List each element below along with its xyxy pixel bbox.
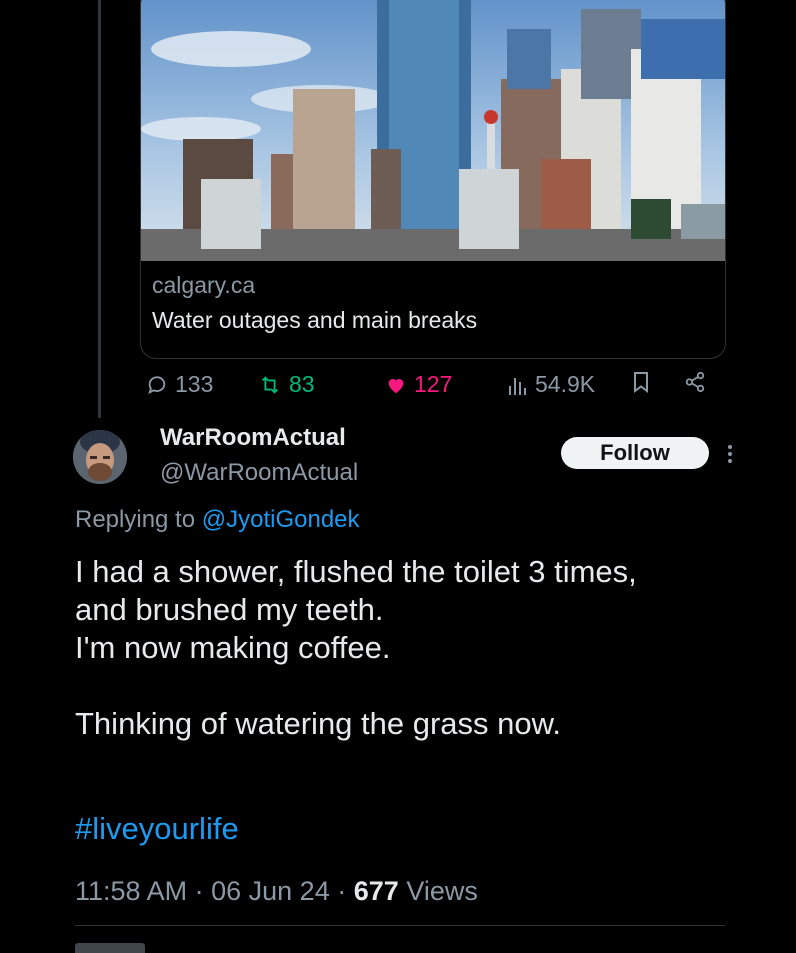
tweet-views-count: 677	[353, 876, 399, 906]
bookmark-icon	[634, 372, 648, 393]
engagement-bar: 133 83 127 54.9K	[0, 365, 796, 405]
repost-count: 83	[289, 371, 315, 397]
follow-button[interactable]: Follow	[561, 437, 709, 469]
replying-to-line: Replying to @JyotiGondek	[75, 506, 360, 534]
card-domain: calgary.ca	[152, 272, 256, 298]
tweet-meta: 11:58 AM · 06 Jun 24 · 677 Views	[75, 876, 478, 907]
user-handle[interactable]: @WarRoomActual	[160, 459, 358, 487]
share-button[interactable]	[684, 371, 706, 393]
tweet-text: I had a shower, flushed the toilet 3 tim…	[75, 554, 637, 741]
reply-button[interactable]: 133	[146, 371, 213, 398]
avatar-image	[73, 430, 127, 484]
meta-separator: ·	[337, 876, 347, 906]
meta-separator: ·	[194, 876, 204, 906]
view-count: 54.9K	[535, 371, 596, 397]
replying-to-mention[interactable]: @JyotiGondek	[202, 506, 360, 533]
hashtag-link[interactable]: #liveyourlife	[75, 811, 239, 847]
thread-connector-line	[98, 0, 101, 418]
reply-icon	[148, 375, 166, 394]
card-title: Water outages and main breaks	[152, 307, 478, 333]
more-options-icon[interactable]	[722, 442, 738, 466]
tweet-date[interactable]: 06 Jun 24	[211, 876, 330, 906]
heart-icon	[388, 378, 404, 393]
reply-count: 133	[175, 371, 214, 397]
replying-prefix: Replying to	[75, 506, 202, 533]
avatar[interactable]	[73, 430, 127, 484]
share-icon	[685, 371, 705, 393]
like-button[interactable]: 127	[385, 371, 452, 398]
tweet-time[interactable]: 11:58 AM	[75, 876, 187, 906]
card-image	[141, 0, 725, 261]
cutoff-content	[75, 943, 145, 953]
analytics-icon	[509, 377, 526, 395]
repost-icon	[262, 375, 278, 394]
repost-button[interactable]: 83	[258, 371, 315, 398]
views-button[interactable]: 54.9K	[508, 371, 595, 398]
divider	[75, 925, 725, 926]
bookmark-button[interactable]	[632, 371, 650, 393]
tweet-views-label: Views	[406, 876, 478, 906]
display-name[interactable]: WarRoomActual	[160, 424, 346, 452]
link-preview-card[interactable]: calgary.ca Water outages and main breaks	[140, 0, 726, 359]
like-count: 127	[414, 371, 453, 397]
